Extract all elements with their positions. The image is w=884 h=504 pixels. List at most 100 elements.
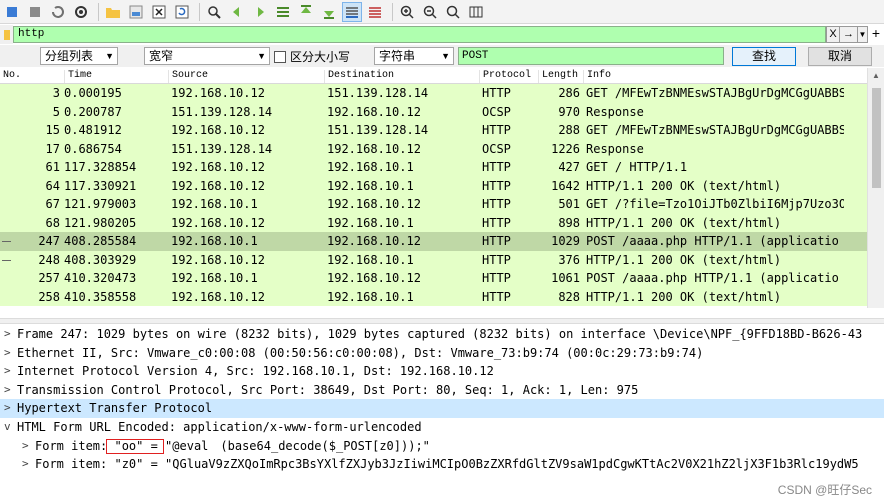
go-first-icon[interactable] [296,2,316,22]
character-width-select[interactable]: 宽窄 ▼ [144,47,270,65]
packet-row[interactable]: 257 410.320473 192.168.10.1 192.168.10.12 HT… [0,269,884,288]
main-toolbar [0,0,884,24]
find-packet-icon[interactable] [204,2,224,22]
open-file-icon[interactable] [103,2,123,22]
packet-cell-dst: 192.168.10.1 [327,252,414,267]
chevron-right-icon[interactable]: > [4,381,16,399]
column-header-no[interactable]: No. [0,70,21,83]
packet-cell-proto: HTTP [482,86,511,100]
column-header-length[interactable]: Length [538,70,578,83]
search-in-select[interactable]: 分组列表 ▼ [40,47,118,65]
detail-tree-row[interactable]: > Internet Protocol Version 4, Src: 192.1… [0,362,884,381]
packet-cell-len: 970 [558,104,580,119]
detail-tree-row[interactable]: > Form item: "z0" = "QGluaV9zZXQoImRpc3Bs… [0,455,884,474]
column-header-info[interactable]: Info [583,70,611,83]
detail-tree-row[interactable]: > Ethernet II, Src: Vmware_c0:00:08 (00:5… [0,344,884,363]
packet-cell-len: 1226 [551,141,580,156]
resize-columns-icon[interactable] [466,2,486,22]
go-back-icon[interactable] [227,2,247,22]
find-button[interactable]: 查找 [732,47,796,66]
column-header-destination[interactable]: Destination [324,70,394,83]
chevron-right-icon[interactable]: > [4,399,16,417]
chevron-right-icon[interactable]: > [4,344,16,362]
packet-row[interactable]: 68 121.980205 192.168.10.12 192.168.10.1 HTT… [0,213,884,232]
column-header-source[interactable]: Source [168,70,208,83]
packet-cell-len: 427 [558,160,580,174]
packet-cell-time: 0.686754 [64,141,122,156]
detail-tree-row[interactable]: > Transmission Control Protocol, Src Port… [0,381,884,400]
chevron-down-icon[interactable]: v [4,418,16,436]
chevron-right-icon[interactable]: > [22,437,34,455]
column-header-protocol[interactable]: Protocol [479,70,531,83]
go-to-packet-icon[interactable] [273,2,293,22]
chevron-right-icon[interactable]: > [22,455,34,473]
apply-filter-button[interactable]: → [840,26,858,43]
case-sensitive-checkbox[interactable]: 区分大小写 [274,48,350,65]
detail-tree-row[interactable]: > Frame 247: 1029 bytes on wire (8232 bit… [0,325,884,344]
detail-tree-row[interactable]: > Form item: "oo" = "@eval (base64_decode… [0,437,884,456]
zoom-out-icon[interactable] [420,2,440,22]
packet-cell-dst: 192.168.10.12 [327,197,421,211]
zoom-in-icon[interactable] [397,2,417,22]
packet-row[interactable]: 67 121.979003 192.168.10.1 192.168.10.12 HTT… [0,195,884,214]
zoom-reset-icon[interactable] [443,2,463,22]
search-type-select[interactable]: 字符串 ▼ [374,47,454,65]
detail-tree-row[interactable]: > Hypertext Transfer Protocol [0,399,884,418]
pane-splitter[interactable] [0,318,884,324]
reload-file-icon[interactable] [172,2,192,22]
packet-cell-src: 192.168.10.12 [171,178,265,193]
save-file-icon[interactable] [126,2,146,22]
display-filter-input[interactable]: http [13,26,826,43]
related-packet-marker-icon [2,241,11,242]
checkbox-box[interactable] [274,50,286,63]
fin-icon[interactable] [2,2,22,22]
clear-filter-button[interactable]: X [826,26,840,43]
column-header-time[interactable]: Time [64,70,92,83]
cancel-button[interactable]: 取消 [808,47,872,66]
packet-row[interactable]: 258 410.358558 192.168.10.12 192.168.10.1 HT… [0,287,884,306]
add-filter-button[interactable]: + [868,26,884,43]
stop-capture-icon[interactable] [25,2,45,22]
packet-row[interactable]: 247 408.285584 192.168.10.1 192.168.10.12 HT… [0,232,884,251]
packet-row[interactable]: 5 0.200787 151.139.128.14 192.168.10.12 OCSP… [0,102,884,121]
bookmark-icon[interactable] [0,25,13,44]
scroll-up-icon[interactable]: ▲ [872,71,880,80]
watermark: CSDN @旺仔Sec [777,483,872,497]
packet-row[interactable]: 248 408.303929 192.168.10.12 192.168.10.1 HT… [0,250,884,269]
packet-cell-dst: 192.168.10.12 [327,271,421,285]
packet-cell-proto: OCSP [482,104,511,119]
close-file-icon[interactable] [149,2,169,22]
packet-cell-dst: 192.168.10.1 [327,215,414,230]
packet-row[interactable]: 61 117.328854 192.168.10.12 192.168.10.1 HTT… [0,158,884,177]
packet-list: No. Time Source Destination Protocol Len… [0,68,884,308]
packet-row[interactable]: 15 0.481912 192.168.10.12 151.139.128.14 HTT… [0,121,884,140]
chevron-down-icon: ▼ [257,51,266,61]
packet-row[interactable]: 17 0.686754 151.139.128.14 192.168.10.12 OCS… [0,139,884,158]
detail-tree-label: Form item: "oo" = "@eval (base64_decode(… [35,438,430,453]
colorize-icon[interactable] [365,2,385,22]
autoscroll-icon[interactable] [342,1,362,22]
search-string-input[interactable]: POST [458,47,724,65]
packet-cell-time: 0.200787 [64,104,122,119]
go-last-icon[interactable] [319,2,339,22]
detail-tree-label: Form item: "z0" = "QGluaV9zZXQoImRpc3BsY… [35,457,859,472]
chevron-right-icon[interactable]: > [4,362,16,380]
packet-cell-src: 192.168.10.12 [171,123,265,137]
detail-tree-row[interactable]: v HTML Form URL Encoded: application/x-ww… [0,418,884,437]
packet-list-scrollbar[interactable]: ▲ [867,68,884,308]
packet-cell-proto: HTTP [482,160,511,174]
capture-options-icon[interactable] [71,2,91,22]
packet-cell-len: 286 [558,86,580,100]
packet-row[interactable]: 3 0.000195 192.168.10.12 151.139.128.14 HTTP… [0,84,884,103]
packet-cell-src: 192.168.10.1 [171,234,258,248]
detail-tree-label: HTML Form URL Encoded: application/x-www… [17,419,422,434]
packet-cell-no: 3 [52,86,60,100]
scrollbar-thumb[interactable] [872,88,881,188]
packet-list-header: No. Time Source Destination Protocol Len… [0,68,884,84]
filter-history-dropdown[interactable]: ▼ [858,26,868,43]
go-forward-icon[interactable] [250,2,270,22]
detail-tree-label: Frame 247: 1029 bytes on wire (8232 bits… [17,327,863,341]
restart-capture-icon[interactable] [48,2,68,22]
chevron-right-icon[interactable]: > [4,325,16,343]
packet-row[interactable]: 64 117.330921 192.168.10.12 192.168.10.1 HTT… [0,176,884,195]
